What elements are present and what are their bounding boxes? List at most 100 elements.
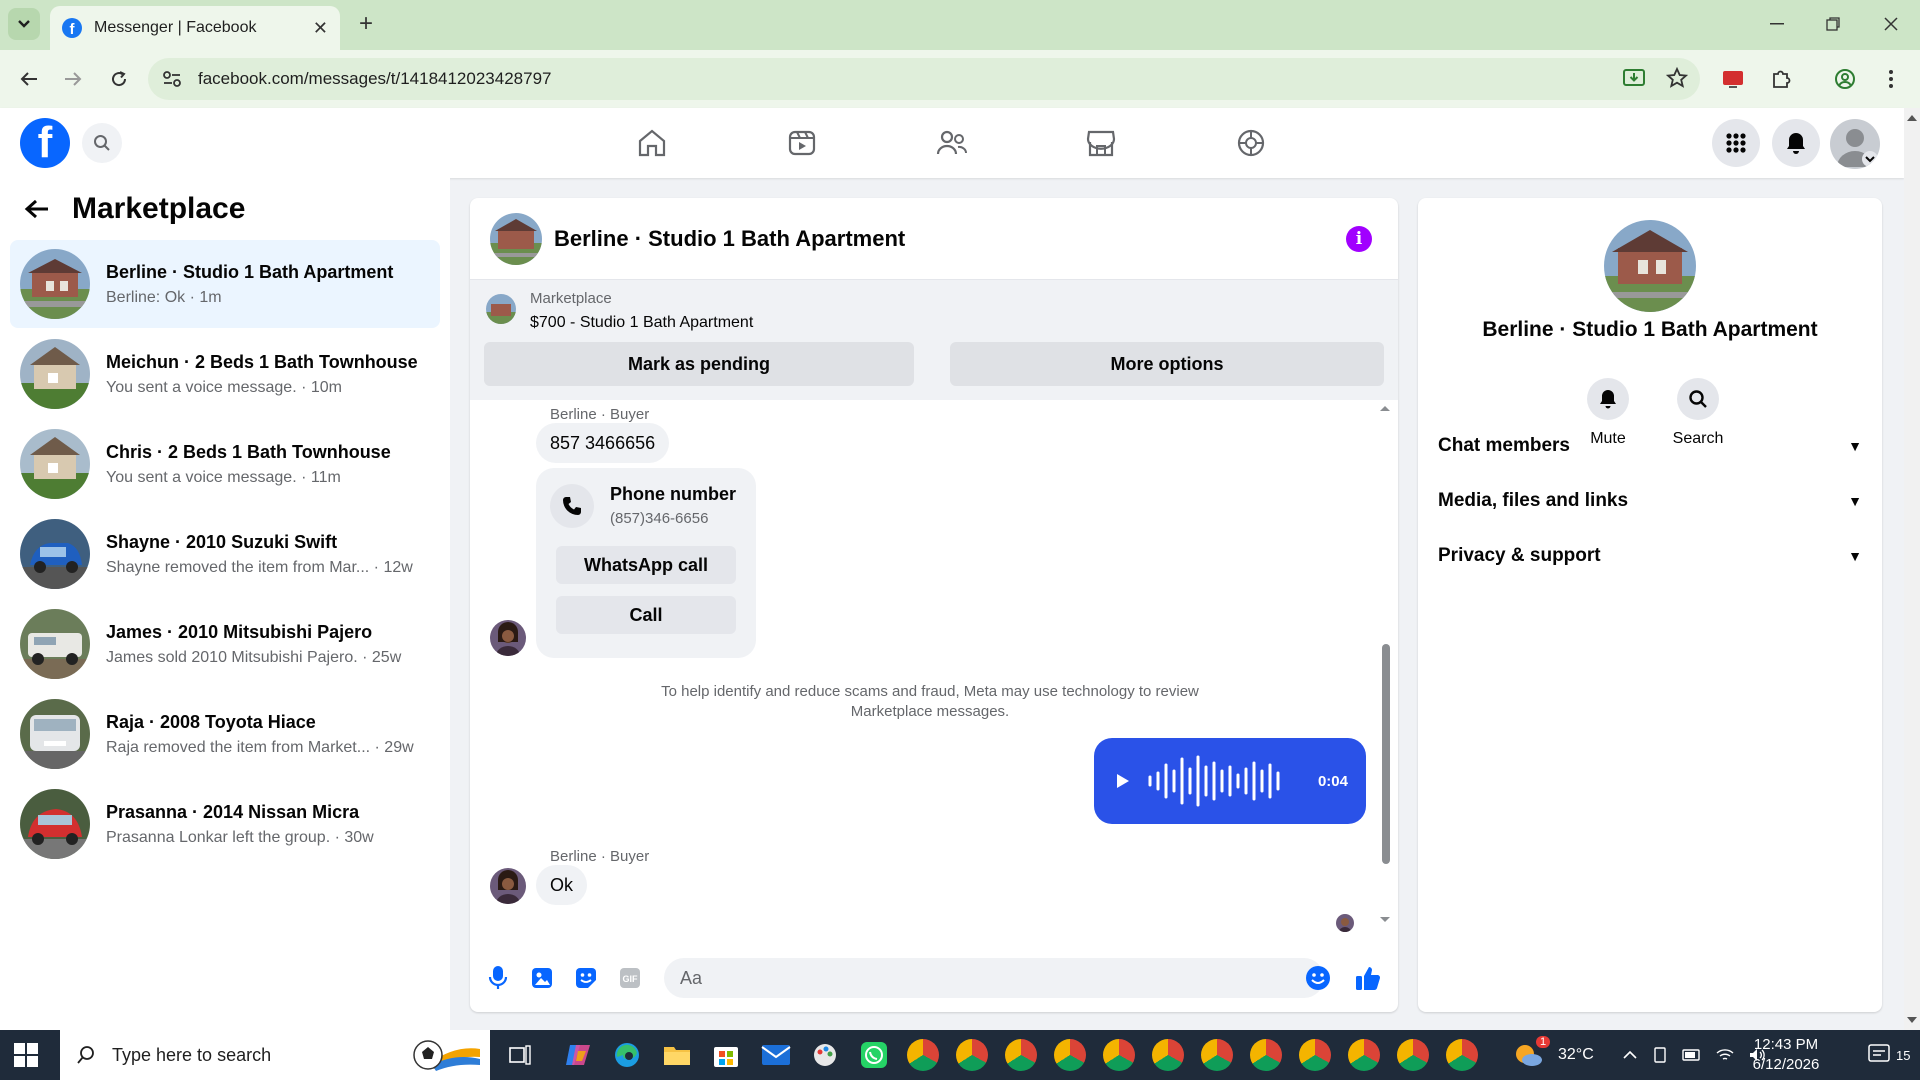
scroll-up-icon[interactable]: [1379, 404, 1391, 412]
section-label: Media, files and links: [1438, 490, 1629, 511]
chat-scrollbar[interactable]: [1379, 404, 1391, 934]
browser-tab[interactable]: f Messenger | Facebook ✕: [50, 6, 340, 50]
message-bubble[interactable]: 857 3466656: [536, 423, 670, 463]
photo-icon[interactable]: [528, 964, 556, 992]
mark-as-pending-button[interactable]: Mark as pending: [484, 342, 914, 386]
extensions-puzzle-icon[interactable]: [1766, 64, 1796, 94]
weather-widget[interactable]: 1 32°C: [1512, 1030, 1594, 1080]
video-icon[interactable]: [782, 123, 822, 163]
conversation-item[interactable]: Meichun · 2 Beds 1 Bath Townhouse You se…: [10, 330, 440, 418]
privacy-support-section[interactable]: Privacy & support ▼: [1438, 536, 1862, 576]
chrome-icon[interactable]: [956, 1039, 988, 1071]
listing-label: Marketplace: [530, 290, 612, 307]
listing-price[interactable]: $700 - Studio 1 Bath Apartment: [530, 314, 753, 332]
mail-icon[interactable]: [760, 1039, 792, 1071]
voice-message[interactable]: 0:04: [1094, 738, 1366, 824]
conversation-item[interactable]: Berline · Studio 1 Bath Apartment Berlin…: [10, 240, 440, 328]
play-icon[interactable]: [1112, 771, 1132, 791]
tab-search-button[interactable]: [8, 8, 40, 40]
call-button[interactable]: Call: [556, 596, 736, 634]
conversation-name: Chris · 2 Beds 1 Bath Townhouse: [106, 441, 391, 462]
chrome-icon[interactable]: [1005, 1039, 1037, 1071]
gaming-icon[interactable]: [1231, 123, 1271, 163]
bookmark-star-icon[interactable]: [1666, 67, 1688, 89]
chrome-icon[interactable]: [1103, 1039, 1135, 1071]
browser-menu-icon[interactable]: [1876, 64, 1906, 94]
chrome-icon[interactable]: [1250, 1039, 1282, 1071]
scroll-down-icon[interactable]: [1379, 916, 1391, 924]
media-files-links-section[interactable]: Media, files and links ▼: [1438, 481, 1862, 521]
chat-title[interactable]: Berline · Studio 1 Bath Apartment: [554, 226, 905, 252]
page-scrollbar[interactable]: [1904, 108, 1920, 1030]
edge-browser-icon[interactable]: [611, 1039, 643, 1071]
whatsapp-icon[interactable]: [858, 1039, 890, 1071]
task-view-icon[interactable]: [504, 1039, 536, 1071]
conversation-item[interactable]: Shayne · 2010 Suzuki Swift Shayne remove…: [10, 510, 440, 598]
notifications-button[interactable]: [1772, 119, 1820, 167]
profile-icon[interactable]: [1830, 64, 1860, 94]
reload-icon[interactable]: [104, 64, 134, 94]
copilot-icon[interactable]: [562, 1039, 594, 1071]
back-arrow-icon[interactable]: [24, 198, 50, 220]
address-bar[interactable]: facebook.com/messages/t/1418412023428797: [148, 58, 1700, 100]
new-tab-button[interactable]: +: [352, 10, 380, 38]
menu-grid-button[interactable]: [1712, 119, 1760, 167]
conversation-name: Raja · 2008 Toyota Hiace: [106, 711, 316, 732]
taskbar-search-box[interactable]: Type here to search: [60, 1030, 490, 1080]
microsoft-store-icon[interactable]: [710, 1039, 742, 1071]
emoji-icon[interactable]: [1304, 964, 1332, 992]
chat-members-section[interactable]: Chat members ▼: [1438, 426, 1862, 466]
sticker-icon[interactable]: [572, 964, 600, 992]
conversation-item[interactable]: James · 2010 Mitsubishi Pajero James sol…: [10, 600, 440, 688]
like-thumbs-up-icon[interactable]: [1354, 964, 1382, 992]
paint-icon[interactable]: [809, 1039, 841, 1071]
conversation-preview: James sold 2010 Mitsubishi Pajero. · 25w: [106, 648, 402, 666]
chrome-icon[interactable]: [1054, 1039, 1086, 1071]
extension-screen-icon[interactable]: [1718, 64, 1748, 94]
notification-center-button[interactable]: 15: [1868, 1030, 1910, 1080]
chrome-icon[interactable]: [1201, 1039, 1233, 1071]
microphone-icon[interactable]: [484, 964, 512, 992]
close-window-icon[interactable]: [1876, 10, 1906, 38]
install-app-icon[interactable]: [1622, 67, 1646, 89]
scroll-down-icon[interactable]: [1904, 1014, 1920, 1026]
back-arrow-icon[interactable]: [14, 64, 44, 94]
chat-thumbnail[interactable]: [490, 212, 542, 265]
battery-icon[interactable]: [1682, 1049, 1702, 1061]
windows-start-icon[interactable]: [14, 1043, 38, 1067]
message-bubble[interactable]: Ok: [536, 865, 588, 905]
site-settings-icon[interactable]: [162, 70, 182, 88]
conversation-item[interactable]: Raja · 2008 Toyota Hiace Raja removed th…: [10, 690, 440, 778]
file-explorer-icon[interactable]: [661, 1039, 693, 1071]
notification-icon: [1868, 1044, 1890, 1062]
scroll-up-icon[interactable]: [1904, 112, 1920, 124]
more-options-button[interactable]: More options: [950, 342, 1384, 386]
message-input[interactable]: [664, 958, 1324, 998]
forward-arrow-icon[interactable]: [58, 64, 88, 94]
chrome-icon[interactable]: [1397, 1039, 1429, 1071]
whatsapp-call-button[interactable]: WhatsApp call: [556, 546, 736, 584]
chrome-icon[interactable]: [1348, 1039, 1380, 1071]
scroll-thumb[interactable]: [1382, 644, 1390, 864]
gif-icon[interactable]: GIF: [616, 964, 644, 992]
url-text[interactable]: facebook.com/messages/t/1418412023428797: [198, 69, 551, 89]
facebook-search-button[interactable]: [82, 123, 122, 163]
chrome-icon[interactable]: [1299, 1039, 1331, 1071]
conversation-item[interactable]: Chris · 2 Beds 1 Bath Townhouse You sent…: [10, 420, 440, 508]
marketplace-icon[interactable]: [1081, 123, 1121, 163]
tab-close-icon[interactable]: ✕: [313, 18, 328, 39]
home-icon[interactable]: [632, 123, 672, 163]
taskbar-clock[interactable]: 12:43 PM 6/12/2026: [1726, 1035, 1846, 1075]
restore-icon[interactable]: [1818, 10, 1848, 38]
facebook-logo-icon[interactable]: f: [20, 118, 70, 168]
chrome-icon[interactable]: [1152, 1039, 1184, 1071]
conversation-item[interactable]: Prasanna · 2014 Nissan Micra Prasanna Lo…: [10, 780, 440, 868]
device-icon[interactable]: [1652, 1046, 1668, 1064]
account-avatar[interactable]: [1830, 119, 1880, 169]
minimize-icon[interactable]: [1762, 10, 1792, 38]
friends-icon[interactable]: [932, 123, 972, 163]
chrome-profile-icon[interactable]: [907, 1039, 939, 1071]
chevron-up-icon[interactable]: [1622, 1050, 1638, 1060]
chrome-icon[interactable]: [1446, 1039, 1478, 1071]
info-icon[interactable]: i: [1346, 226, 1372, 252]
